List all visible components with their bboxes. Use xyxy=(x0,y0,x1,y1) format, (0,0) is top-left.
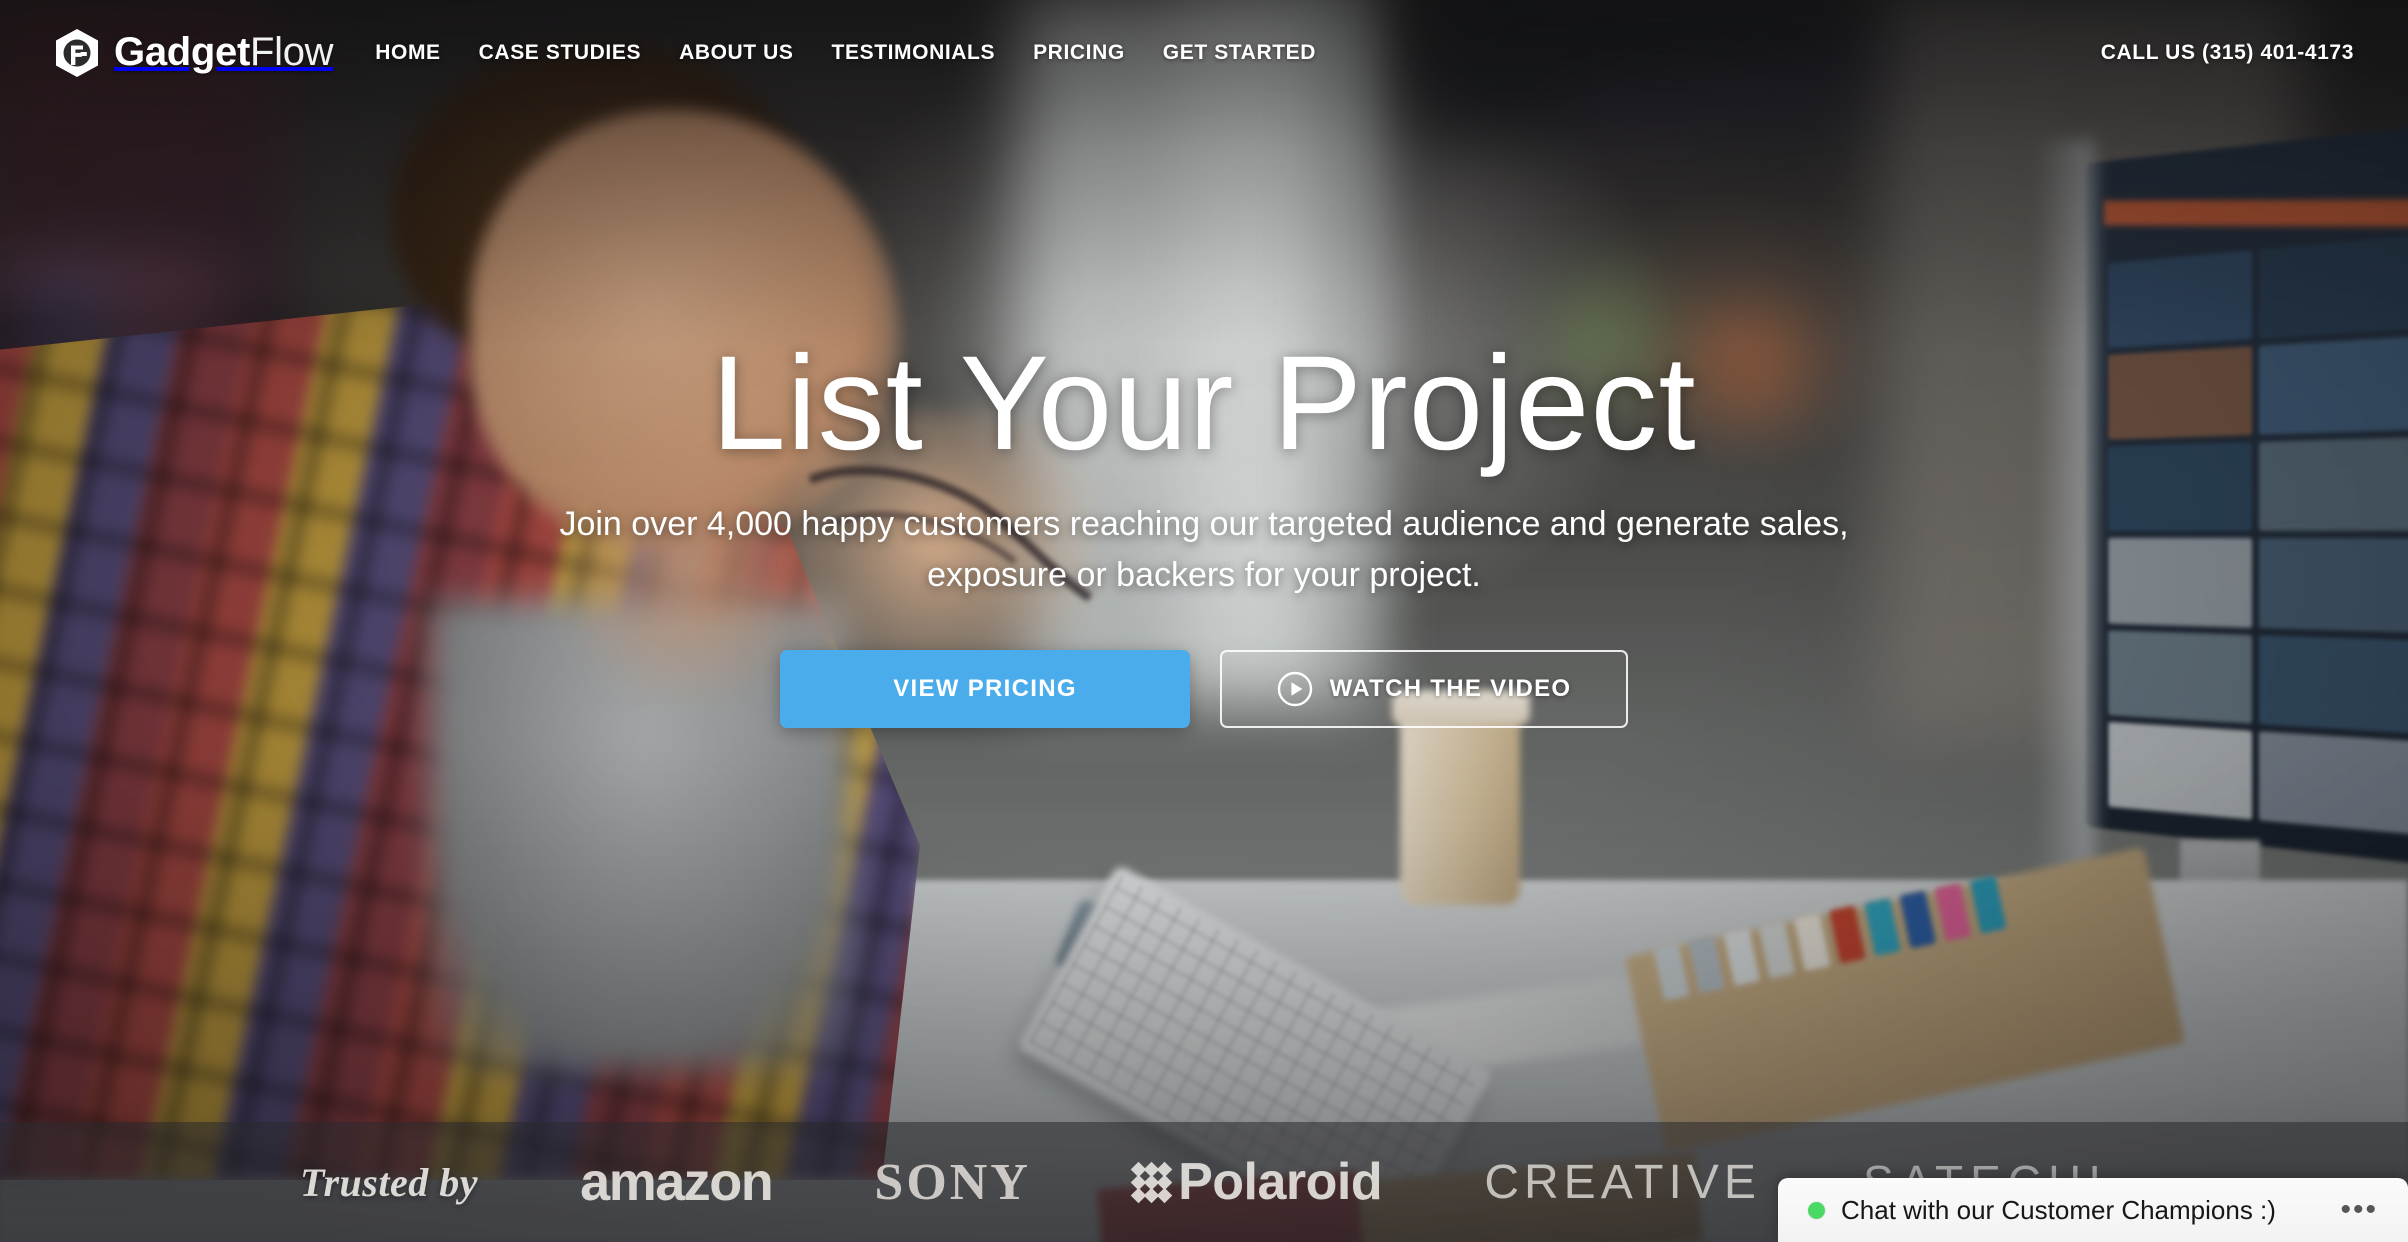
page-title: List Your Project xyxy=(711,328,1697,478)
landing-page: GadgetFlow HOME CASE STUDIES ABOUT US TE… xyxy=(0,0,2408,1242)
watch-video-label: WATCH THE VIDEO xyxy=(1329,675,1572,703)
play-circle-icon xyxy=(1277,671,1312,707)
nav-item-home[interactable]: HOME xyxy=(375,41,440,65)
nav-item-case-studies[interactable]: CASE STUDIES xyxy=(479,41,641,65)
cta-button-row: VIEW PRICING WATCH THE VIDEO xyxy=(780,650,1628,729)
online-status-dot-icon xyxy=(1808,1201,1825,1219)
logo-polaroid: Polaroid xyxy=(1130,1152,1383,1212)
nav-item-about-us[interactable]: ABOUT US xyxy=(679,41,793,65)
brand-name-light: Flow xyxy=(250,30,334,74)
polaroid-diamond-icon xyxy=(1130,1161,1173,1203)
top-navigation-bar: GadgetFlow HOME CASE STUDIES ABOUT US TE… xyxy=(0,0,2408,105)
hero-subtitle: Join over 4,000 happy customers reaching… xyxy=(559,504,1849,595)
nav-item-get-started[interactable]: GET STARTED xyxy=(1163,41,1316,65)
gadgetflow-hexagon-logo-icon xyxy=(56,28,98,77)
call-us-link[interactable]: CALL US (315) 401-4173 xyxy=(2101,41,2354,65)
trusted-by-label: Trusted by xyxy=(300,1159,478,1205)
nav-item-testimonials[interactable]: TESTIMONIALS xyxy=(832,41,996,65)
ellipsis-icon[interactable]: ••• xyxy=(2336,1195,2382,1225)
chat-widget[interactable]: Chat with our Customer Champions :) ••• xyxy=(1778,1178,2408,1242)
logo-sony: SONY xyxy=(874,1153,1031,1211)
hero-section: List Your Project Join over 4,000 happy … xyxy=(0,0,2408,1122)
logo-amazon: amazon xyxy=(580,1152,774,1212)
brand-logo-link[interactable]: GadgetFlow xyxy=(54,28,334,78)
watch-video-button[interactable]: WATCH THE VIDEO xyxy=(1220,650,1628,729)
brand-wordmark: GadgetFlow xyxy=(114,30,334,75)
chat-widget-message: Chat with our Customer Champions :) xyxy=(1841,1194,2276,1225)
view-pricing-button[interactable]: VIEW PRICING xyxy=(780,650,1190,729)
main-nav: HOME CASE STUDIES ABOUT US TESTIMONIALS … xyxy=(375,41,1316,65)
nav-item-pricing[interactable]: PRICING xyxy=(1033,41,1125,65)
logo-creative: CREATIVE xyxy=(1484,1155,1761,1209)
brand-name-bold: Gadget xyxy=(114,30,250,74)
polaroid-wordmark: Polaroid xyxy=(1178,1153,1383,1211)
